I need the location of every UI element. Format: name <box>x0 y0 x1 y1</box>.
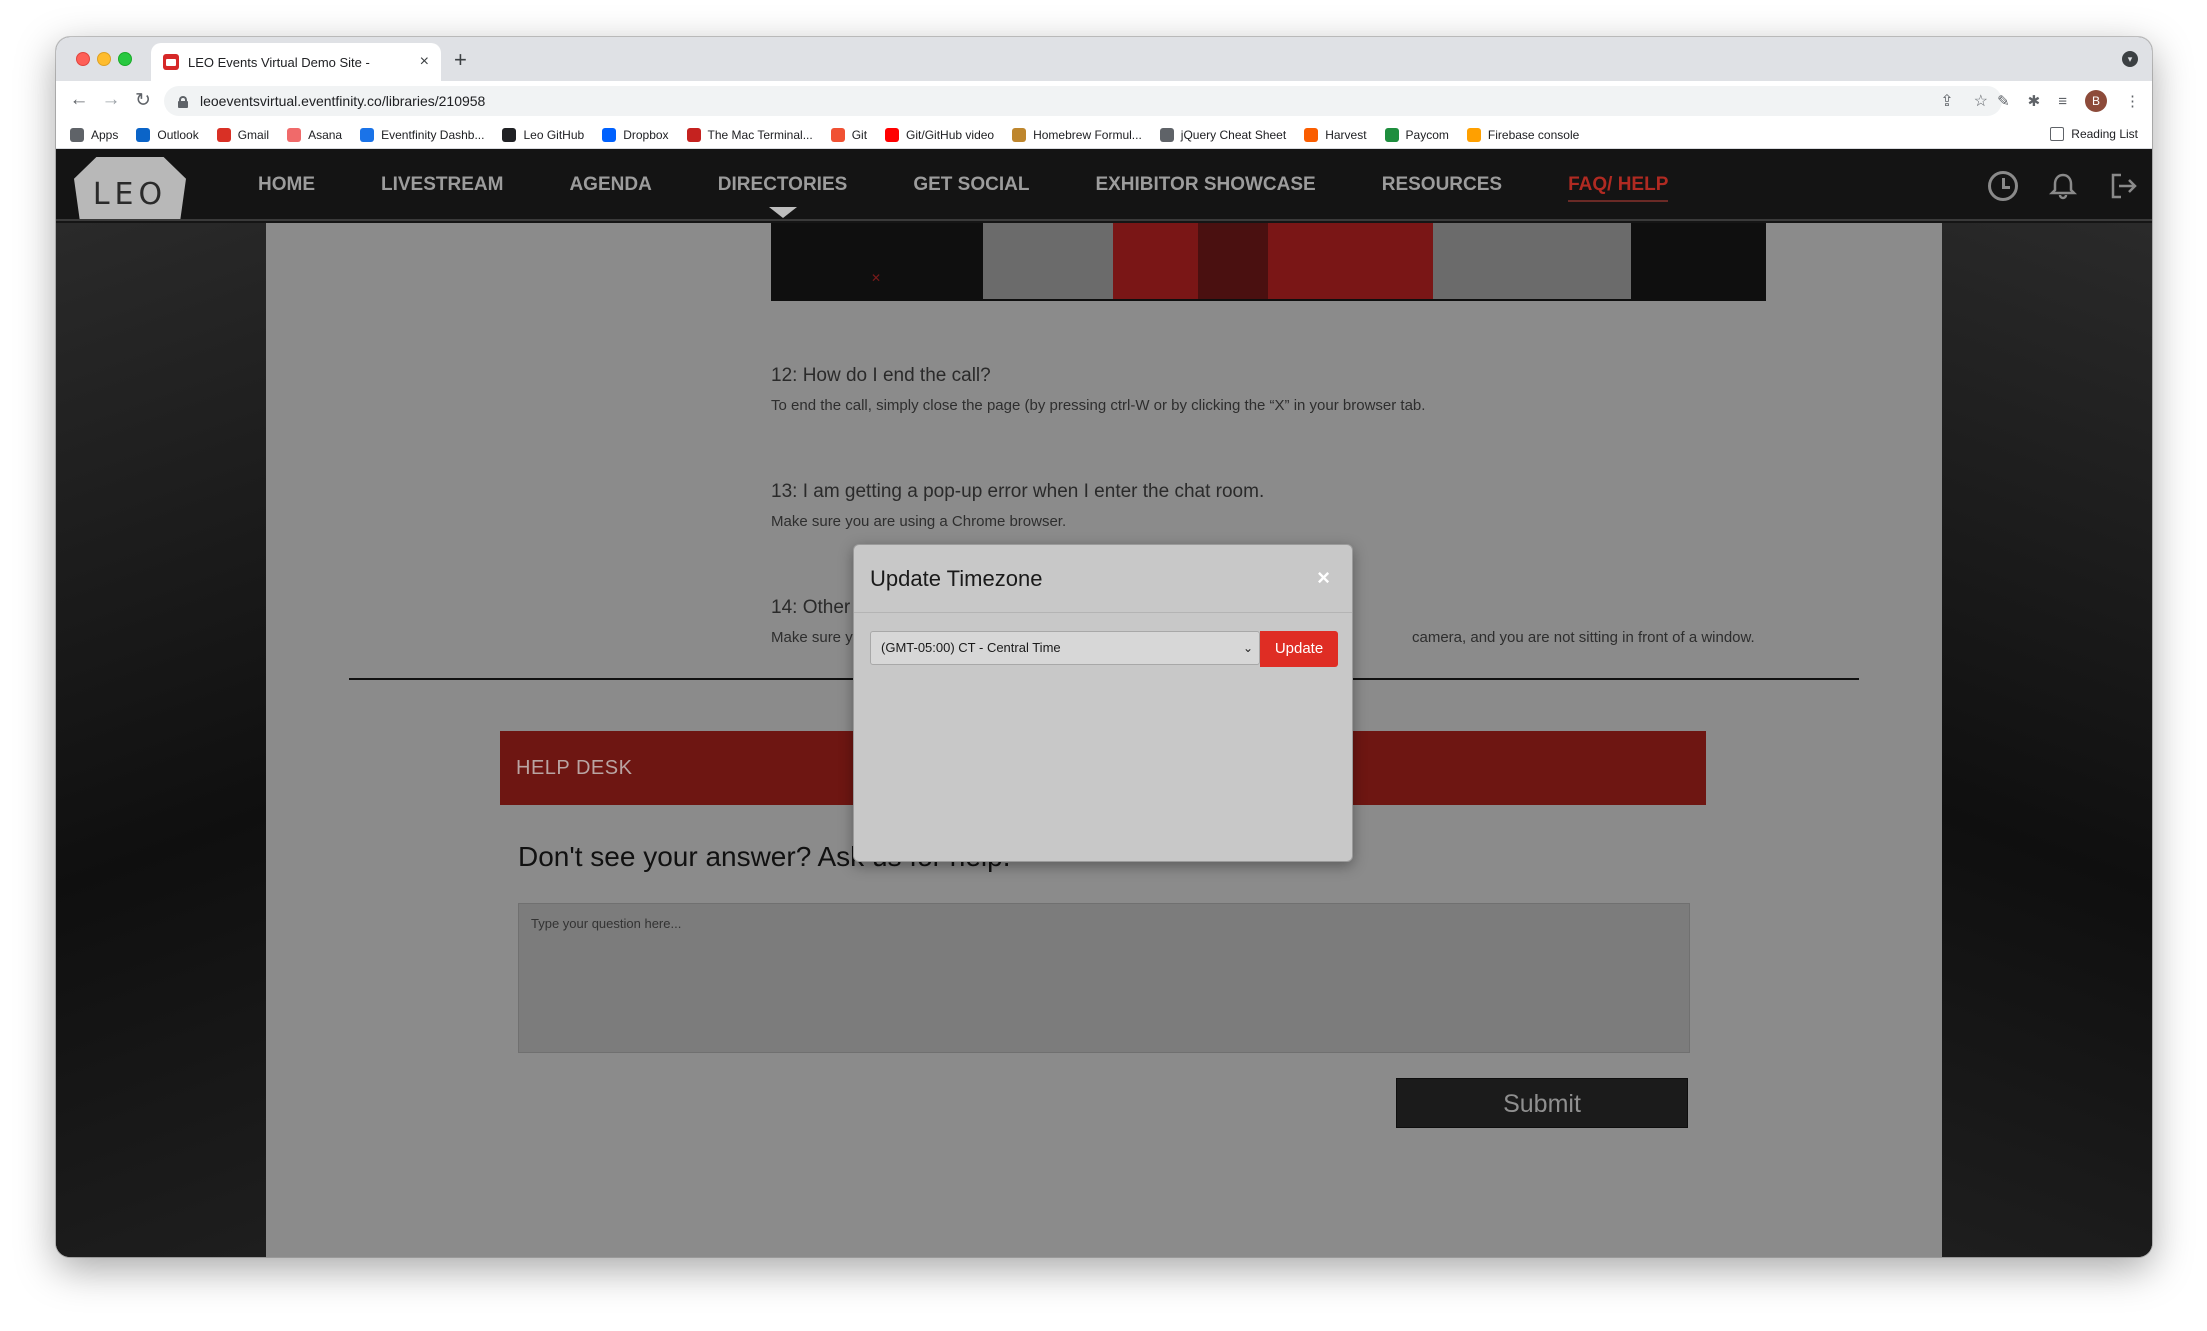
bookmark-item[interactable]: Outlook <box>136 127 199 142</box>
bookmark-item[interactable]: Firebase console <box>1466 127 1580 142</box>
bookmark-favicon-icon <box>360 127 375 142</box>
url-text: leoeventsvirtual.eventfinity.co/librarie… <box>200 93 486 109</box>
bookmark-favicon-icon <box>602 127 617 142</box>
bookmark-item[interactable]: Gmail <box>216 127 270 142</box>
bookmark-label: Firebase console <box>1487 127 1580 142</box>
bookmark-favicon-icon <box>885 127 900 142</box>
bookmark-favicon-icon <box>1012 127 1027 142</box>
zoom-window-button[interactable] <box>118 52 132 66</box>
more-menu-icon[interactable]: ⋮ <box>2125 92 2140 110</box>
timezone-select[interactable]: (GMT-05:00) CT - Central Time ⌄ <box>870 631 1260 665</box>
media-control-icon[interactable]: ≡ <box>2058 93 2067 110</box>
bookmark-favicon-icon <box>686 127 701 142</box>
bookmark-item[interactable]: jQuery Cheat Sheet <box>1159 127 1287 142</box>
bookmark-item[interactable]: Leo GitHub <box>502 127 585 142</box>
back-icon[interactable]: ← <box>68 89 90 111</box>
site-favicon-icon <box>163 54 179 70</box>
bookmark-favicon-icon <box>1304 127 1319 142</box>
lock-icon[interactable] <box>178 95 188 108</box>
minimize-window-button[interactable] <box>97 52 111 66</box>
chevron-down-icon: ⌄ <box>1242 641 1253 655</box>
tab-close-icon[interactable]: × <box>420 53 429 71</box>
browser-toolbar: ← → ↻ leoeventsvirtual.eventfinity.co/li… <box>56 81 2152 121</box>
bookmark-item[interactable]: Paycom <box>1384 127 1449 142</box>
bookmark-item[interactable]: Asana <box>287 127 343 142</box>
bookmark-item[interactable]: Eventfinity Dashb... <box>360 127 485 142</box>
puzzle-icon[interactable]: ✱ <box>2028 92 2041 110</box>
bookmark-favicon-icon <box>1384 127 1399 142</box>
reading-list-label: Reading List <box>2071 127 2138 141</box>
modal-close-icon[interactable]: × <box>1317 565 1330 591</box>
bookmark-label: Leo GitHub <box>523 127 585 142</box>
bookmark-item[interactable]: Dropbox <box>602 127 669 142</box>
reload-icon[interactable]: ↻ <box>132 89 154 112</box>
close-window-button[interactable] <box>76 52 90 66</box>
bookmark-label: Git <box>851 127 868 142</box>
browser-window: LEO Events Virtual Demo Site - × + ▾ ← →… <box>56 37 2152 1257</box>
bookmark-favicon-icon <box>70 127 84 142</box>
bookmark-item[interactable]: Git <box>830 127 868 142</box>
bookmark-star-icon[interactable]: ☆ <box>1974 91 1988 111</box>
tab-search-icon[interactable]: ▾ <box>2122 51 2138 67</box>
tab-title: LEO Events Virtual Demo Site - <box>188 54 370 70</box>
desktop: LEO Events Virtual Demo Site - × + ▾ ← →… <box>0 0 2207 1331</box>
bookmark-favicon-icon <box>1466 127 1481 142</box>
bookmark-label: Asana <box>308 127 343 142</box>
update-button[interactable]: Update <box>1260 631 1338 667</box>
bookmark-label: Outlook <box>157 127 199 142</box>
reading-list-icon <box>2050 127 2065 141</box>
address-bar[interactable]: leoeventsvirtual.eventfinity.co/librarie… <box>164 86 2002 116</box>
bookmark-label: Git/GitHub video <box>906 127 995 142</box>
timezone-selected-value: (GMT-05:00) CT - Central Time <box>881 640 1061 655</box>
bookmark-favicon-icon <box>287 127 302 142</box>
bookmark-favicon-icon <box>216 127 231 142</box>
bookmark-item[interactable]: Homebrew Formul... <box>1012 127 1142 142</box>
bookmark-item[interactable]: Apps <box>70 127 119 142</box>
reading-list-button[interactable]: Reading List <box>2050 127 2138 141</box>
modal-title: Update Timezone <box>870 566 1043 591</box>
modal-header: Update Timezone × <box>854 545 1352 613</box>
share-icon[interactable]: ⇪ <box>1940 91 1953 111</box>
bookmark-label: Gmail <box>237 127 270 142</box>
bookmark-label: Eventfinity Dashb... <box>381 127 485 142</box>
bookmark-label: Homebrew Formul... <box>1033 127 1142 142</box>
profile-avatar[interactable]: B <box>2085 90 2107 112</box>
new-tab-button[interactable]: + <box>454 47 467 73</box>
bookmark-item[interactable]: Harvest <box>1304 127 1367 142</box>
bookmark-label: jQuery Cheat Sheet <box>1180 127 1287 142</box>
bookmark-item[interactable]: The Mac Terminal... <box>686 127 813 142</box>
extension-icon[interactable]: ✎ <box>1997 92 2010 110</box>
bookmark-label: Harvest <box>1325 127 1367 142</box>
bookmark-favicon-icon <box>1159 127 1174 142</box>
bookmark-item[interactable]: Git/GitHub video <box>885 127 995 142</box>
bookmark-label: Dropbox <box>623 127 669 142</box>
bookmark-label: Apps <box>91 127 119 142</box>
tab-strip: LEO Events Virtual Demo Site - × + ▾ <box>56 37 2152 81</box>
bookmarks-bar: Apps Outlook Gmail Asana Eventfinity Dashb..… <box>56 121 2152 149</box>
bookmark-favicon-icon <box>830 127 845 142</box>
bookmark-label: The Mac Terminal... <box>707 127 813 142</box>
forward-icon[interactable]: → <box>100 89 122 111</box>
update-timezone-modal: Update Timezone × (GMT-05:00) CT - Centr… <box>853 544 1353 862</box>
bookmark-favicon-icon <box>136 127 151 142</box>
bookmark-favicon-icon <box>502 127 517 142</box>
bookmark-label: Paycom <box>1405 127 1449 142</box>
browser-tab[interactable]: LEO Events Virtual Demo Site - × <box>151 43 441 81</box>
